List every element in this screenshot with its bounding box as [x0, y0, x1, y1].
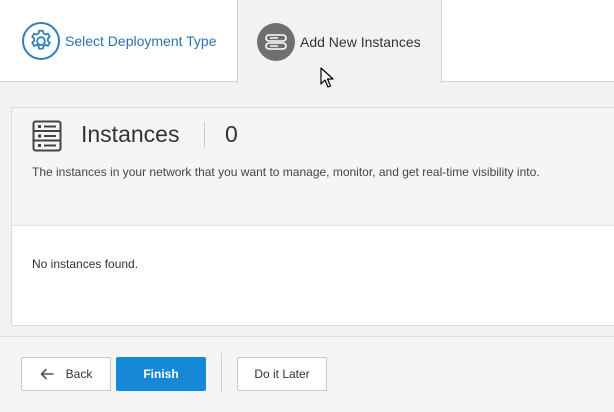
mouse-cursor-icon [320, 67, 334, 94]
instance-icon [257, 22, 295, 61]
footer-divider [221, 353, 222, 393]
step-label: Add New Instances [300, 33, 421, 50]
gear-icon [22, 22, 60, 60]
step-select-deployment-type[interactable]: Select Deployment Type [0, 0, 237, 82]
empty-state-message: No instances found. [32, 257, 139, 271]
finish-button[interactable]: Finish [116, 357, 206, 391]
step-add-new-instances[interactable]: Add New Instances [237, 0, 442, 83]
instances-panel: Instances 0 The instances in your networ… [11, 107, 614, 326]
page-title: Instances [81, 121, 180, 147]
back-button-label: Back [65, 367, 93, 381]
wizard-steps: Select Deployment Type Add New Instances [0, 0, 614, 83]
arrow-left-icon [40, 368, 54, 380]
panel-header: Instances 0 The instances in your networ… [12, 108, 614, 226]
back-button[interactable]: Back [21, 357, 111, 391]
instance-count: 0 [225, 121, 238, 147]
step-label: Select Deployment Type [65, 33, 217, 49]
title-divider [204, 122, 205, 148]
do-it-later-button[interactable]: Do it Later [237, 357, 327, 391]
server-rack-icon [32, 120, 62, 157]
panel-description: The instances in your network that you w… [32, 165, 540, 179]
instances-list: No instances found. [12, 226, 614, 325]
wizard-footer: Back Finish Do it Later [0, 336, 614, 412]
